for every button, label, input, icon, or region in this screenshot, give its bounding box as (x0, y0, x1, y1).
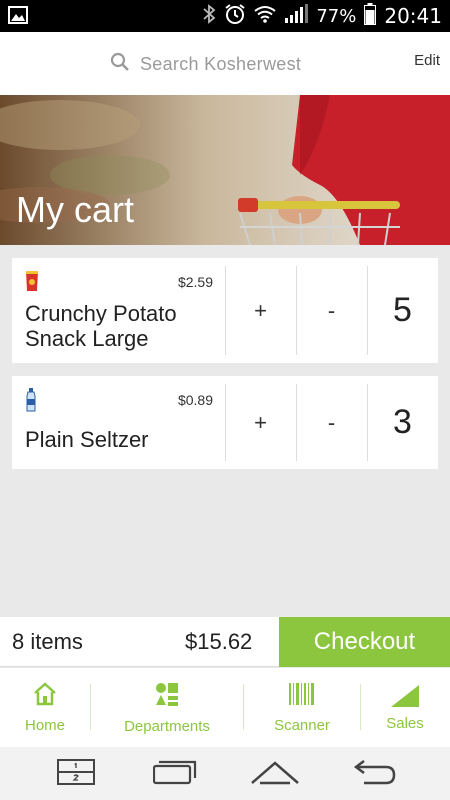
search-bar[interactable]: Search Kosherwest (110, 52, 301, 77)
battery-icon (364, 2, 377, 30)
recent-apps-icon[interactable] (152, 759, 197, 790)
signal-icon (284, 3, 309, 29)
bottom-nav: Home Departments Scanner SALE Sales (0, 668, 450, 747)
clock: 20:41 (384, 4, 442, 28)
sale-tag-icon: SALE (389, 682, 421, 709)
nav-item-sales[interactable]: SALE Sales (361, 668, 449, 747)
seltzer-bottle-icon (25, 388, 37, 417)
cart-item-info[interactable]: $2.59 Crunchy Potato Snack Large (12, 258, 225, 363)
cart-item-info[interactable]: $0.89 Plain Seltzer (12, 376, 225, 469)
cart-total: $15.62 (185, 629, 253, 654)
cart-banner: My cart (0, 95, 450, 245)
nav-label-departments: Departments (124, 717, 210, 735)
cart-item: $0.89 Plain Seltzer + - 3 (12, 376, 438, 469)
plus-label: + (254, 297, 267, 323)
nav-label-sales: Sales (386, 715, 424, 732)
back-icon[interactable] (350, 759, 396, 792)
page-title: My cart (16, 189, 135, 230)
minus-label: - (327, 409, 336, 435)
item-price: $0.89 (177, 392, 213, 408)
decrease-quantity-button[interactable]: - (296, 258, 367, 363)
quantity-display: 5 (367, 258, 438, 363)
search-input[interactable]: Search Kosherwest (140, 54, 301, 75)
search-icon (110, 52, 130, 77)
status-bar: 77% 20:41 (0, 0, 450, 32)
checkout-button[interactable]: Checkout (279, 617, 450, 667)
multi-window-icon[interactable] (57, 759, 95, 790)
minus-label: - (327, 297, 336, 323)
nav-item-scanner[interactable]: Scanner (244, 668, 360, 747)
gallery-notification-icon (8, 6, 28, 29)
bluetooth-icon (202, 3, 216, 29)
item-count: 8 items (12, 629, 83, 654)
nav-label-home: Home (24, 716, 65, 734)
chips-bag-icon (25, 270, 39, 297)
barcode-icon (288, 682, 316, 711)
edit-button[interactable]: Edit (414, 52, 440, 69)
item-price: $2.59 (177, 274, 213, 290)
plus-label: + (254, 409, 267, 435)
system-nav-bar (0, 747, 450, 800)
home-button-icon[interactable] (250, 759, 300, 790)
search-header: Search Kosherwest Edit (0, 32, 450, 95)
nav-item-home[interactable]: Home (0, 668, 90, 747)
checkout-bar: 8 items $15.62 Checkout (0, 617, 450, 667)
item-name: Crunchy Potato Snack Large (25, 301, 177, 351)
alarm-icon (224, 3, 246, 30)
cart-item: $2.59 Crunchy Potato Snack Large + - 5 (12, 258, 438, 363)
decrease-quantity-button[interactable]: - (296, 376, 367, 469)
shapes-icon (154, 681, 180, 712)
item-quantity: 5 (393, 291, 412, 329)
quantity-display: 3 (367, 376, 438, 469)
item-quantity: 3 (393, 403, 412, 441)
battery-percent: 77% (316, 5, 357, 27)
increase-quantity-button[interactable]: + (225, 376, 296, 469)
wifi-icon (254, 5, 276, 28)
nav-label-scanner: Scanner (274, 716, 330, 734)
home-icon (32, 681, 58, 711)
nav-item-departments[interactable]: Departments (91, 668, 243, 747)
item-name: Plain Seltzer (25, 427, 149, 452)
increase-quantity-button[interactable]: + (225, 258, 296, 363)
